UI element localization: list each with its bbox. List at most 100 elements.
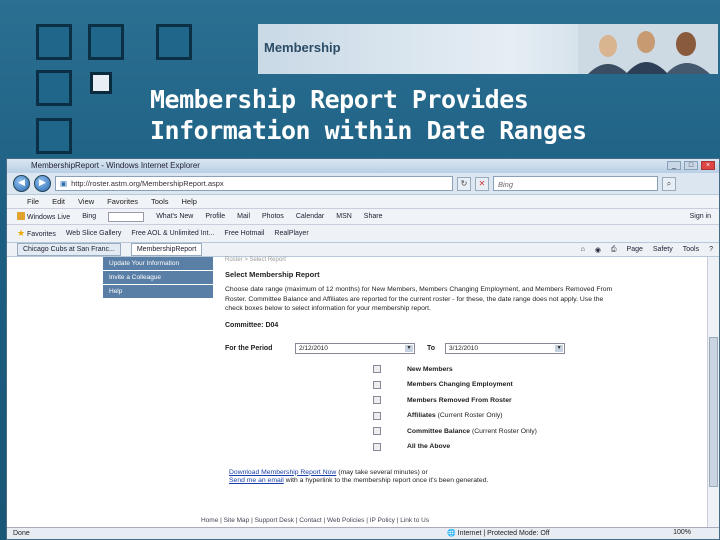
close-button[interactable]: × bbox=[701, 161, 715, 170]
address-input[interactable]: ▣ http://roster.astm.org/MembershipRepor… bbox=[55, 176, 453, 191]
toolbar-bing[interactable]: Bing bbox=[82, 213, 96, 220]
maximize-button[interactable]: □ bbox=[684, 161, 698, 170]
heading-line: Information within Date Ranges bbox=[150, 116, 587, 145]
to-label: To bbox=[427, 344, 436, 352]
option-label: Affiliates bbox=[407, 412, 436, 420]
decor-square bbox=[36, 118, 72, 154]
stop-icon[interactable]: ✕ bbox=[475, 176, 489, 191]
refresh-icon[interactable]: ↻ bbox=[457, 176, 471, 191]
window-controls: _ □ × bbox=[667, 161, 715, 170]
menu-tools[interactable]: Tools bbox=[151, 197, 169, 208]
toolbar-whats-new[interactable]: What's New bbox=[156, 213, 193, 220]
page-content: Update Your Information Invite a Colleag… bbox=[7, 257, 719, 529]
menu-edit[interactable]: Edit bbox=[52, 197, 65, 208]
home-icon[interactable]: ⌂ bbox=[581, 246, 585, 254]
address-text: http://roster.astm.org/MembershipReport.… bbox=[71, 179, 224, 188]
toolbar-sign-in[interactable]: Sign in bbox=[690, 213, 719, 220]
to-date-field[interactable]: 3/12/2010 ▼ bbox=[445, 342, 566, 354]
tab-chicago-cubs[interactable]: Chicago Cubs at San Franc... bbox=[17, 243, 121, 256]
tab-membership-report[interactable]: MembershipReport bbox=[130, 243, 203, 256]
command-page[interactable]: Page bbox=[627, 246, 643, 254]
checkbox[interactable] bbox=[373, 365, 381, 374]
sidebar-item-help[interactable]: Help bbox=[103, 285, 213, 299]
help-icon[interactable]: ? bbox=[709, 246, 713, 254]
period-row: For the Period 2/12/2010 ▼ To 3/12/2010 ▼ bbox=[225, 342, 615, 354]
toolbar-msn[interactable]: MSN bbox=[336, 213, 352, 220]
search-icon[interactable]: ⌕ bbox=[662, 176, 676, 191]
security-zone: 🌐 Internet | Protected Mode: Off bbox=[447, 529, 550, 537]
option-note: (Current Roster Only) bbox=[471, 427, 537, 435]
sidebar-item-invite[interactable]: Invite a Colleague bbox=[103, 271, 213, 285]
decor-square bbox=[88, 24, 124, 60]
period-label: For the Period bbox=[225, 344, 273, 352]
from-date-value: 2/12/2010 bbox=[299, 344, 328, 352]
live-toolbar: Windows Live Bing What's New Profile Mai… bbox=[7, 209, 719, 225]
option-all-the-above: All the Above bbox=[373, 439, 615, 455]
breadcrumb: Roster > Select Report bbox=[225, 257, 286, 263]
feeds-icon[interactable]: ◉ bbox=[595, 246, 601, 254]
menu-file[interactable]: File bbox=[27, 197, 39, 208]
toolbar-photos[interactable]: Photos bbox=[262, 213, 284, 220]
checkbox[interactable] bbox=[373, 427, 381, 436]
fav-realplayer[interactable]: RealPlayer bbox=[274, 230, 308, 237]
window-titlebar: MembershipReport - Windows Internet Expl… bbox=[7, 159, 719, 173]
report-form: Roster > Select Report Select Membership… bbox=[225, 257, 615, 486]
favorites-button[interactable]: ★ Favorites bbox=[17, 228, 56, 239]
fav-web-slice[interactable]: Web Slice Gallery bbox=[66, 230, 122, 237]
checkbox[interactable] bbox=[373, 380, 381, 389]
minimize-button[interactable]: _ bbox=[667, 161, 681, 170]
search-input[interactable]: Bing bbox=[493, 176, 658, 191]
zone-text: Internet | Protected Mode: Off bbox=[457, 530, 550, 537]
back-button[interactable]: ◀ bbox=[13, 175, 30, 192]
calendar-dropdown-icon[interactable]: ▼ bbox=[405, 344, 413, 352]
globe-icon: 🌐 bbox=[447, 530, 458, 537]
toolbar-mail[interactable]: Mail bbox=[237, 213, 250, 220]
menu-help[interactable]: Help bbox=[182, 197, 197, 208]
checkbox[interactable] bbox=[373, 442, 381, 451]
download-report-link[interactable]: Download Membership Report Now bbox=[229, 469, 336, 476]
decor-square bbox=[36, 70, 72, 106]
option-label: Members Changing Employment bbox=[407, 381, 513, 389]
option-label: Committee Balance bbox=[407, 427, 471, 435]
heading-line: Membership Report Provides bbox=[150, 85, 529, 114]
command-safety[interactable]: Safety bbox=[653, 246, 673, 254]
banner-title: Membership bbox=[264, 40, 341, 55]
menu-view[interactable]: View bbox=[78, 197, 94, 208]
option-affiliates: Affiliates (Current Roster Only) bbox=[373, 408, 615, 424]
email-note: with a hyperlink to the membership repor… bbox=[285, 477, 489, 484]
scrollbar-thumb[interactable] bbox=[709, 337, 718, 487]
command-tools[interactable]: Tools bbox=[683, 246, 699, 254]
option-new-members: New Members bbox=[373, 362, 615, 378]
from-date-field[interactable]: 2/12/2010 ▼ bbox=[295, 342, 415, 354]
download-section: Download Membership Report Now (may take… bbox=[229, 469, 615, 486]
calendar-dropdown-icon[interactable]: ▼ bbox=[555, 344, 564, 352]
checkbox[interactable] bbox=[373, 396, 381, 405]
footer-links[interactable]: Home | Site Map | Support Desk | Contact… bbox=[201, 517, 429, 524]
option-changing-employment: Members Changing Employment bbox=[373, 377, 615, 393]
vertical-scrollbar[interactable] bbox=[707, 257, 719, 529]
send-email-link[interactable]: Send me an email bbox=[229, 477, 284, 484]
forward-button[interactable]: ▶ bbox=[34, 175, 51, 192]
window-title: MembershipReport - Windows Internet Expl… bbox=[31, 161, 200, 170]
toolbar-calendar[interactable]: Calendar bbox=[296, 213, 324, 220]
toolbar-share[interactable]: Share bbox=[364, 213, 383, 220]
committee-label: Committee: D04 bbox=[225, 321, 279, 329]
status-bar: Done 🌐 Internet | Protected Mode: Off 10… bbox=[7, 527, 719, 539]
toolbar-search-box[interactable] bbox=[108, 211, 145, 222]
command-bar: ⌂ ◉ ⎙ Page Safety Tools ? bbox=[581, 246, 719, 254]
favorites-bar: ★ Favorites Web Slice Gallery Free AOL &… bbox=[7, 225, 719, 243]
menu-bar: File Edit View Favorites Tools Help bbox=[7, 195, 719, 209]
decor-square bbox=[90, 72, 112, 94]
zoom-level[interactable]: 100% bbox=[673, 529, 691, 536]
toolbar-windows-live[interactable]: Windows Live bbox=[17, 212, 70, 221]
checkbox[interactable] bbox=[373, 411, 381, 420]
menu-favorites[interactable]: Favorites bbox=[107, 197, 138, 208]
fav-hotmail[interactable]: Free Hotmail bbox=[224, 230, 264, 237]
tab-bar: Chicago Cubs at San Franc... MembershipR… bbox=[7, 243, 719, 257]
print-icon[interactable]: ⎙ bbox=[611, 246, 617, 254]
fav-aol[interactable]: Free AOL & Unlimited Int... bbox=[131, 230, 214, 237]
status-text: Done bbox=[13, 530, 30, 537]
to-date-value: 3/12/2010 bbox=[449, 344, 478, 352]
sidebar-item-update-info[interactable]: Update Your Information bbox=[103, 257, 213, 271]
toolbar-profile[interactable]: Profile bbox=[205, 213, 225, 220]
